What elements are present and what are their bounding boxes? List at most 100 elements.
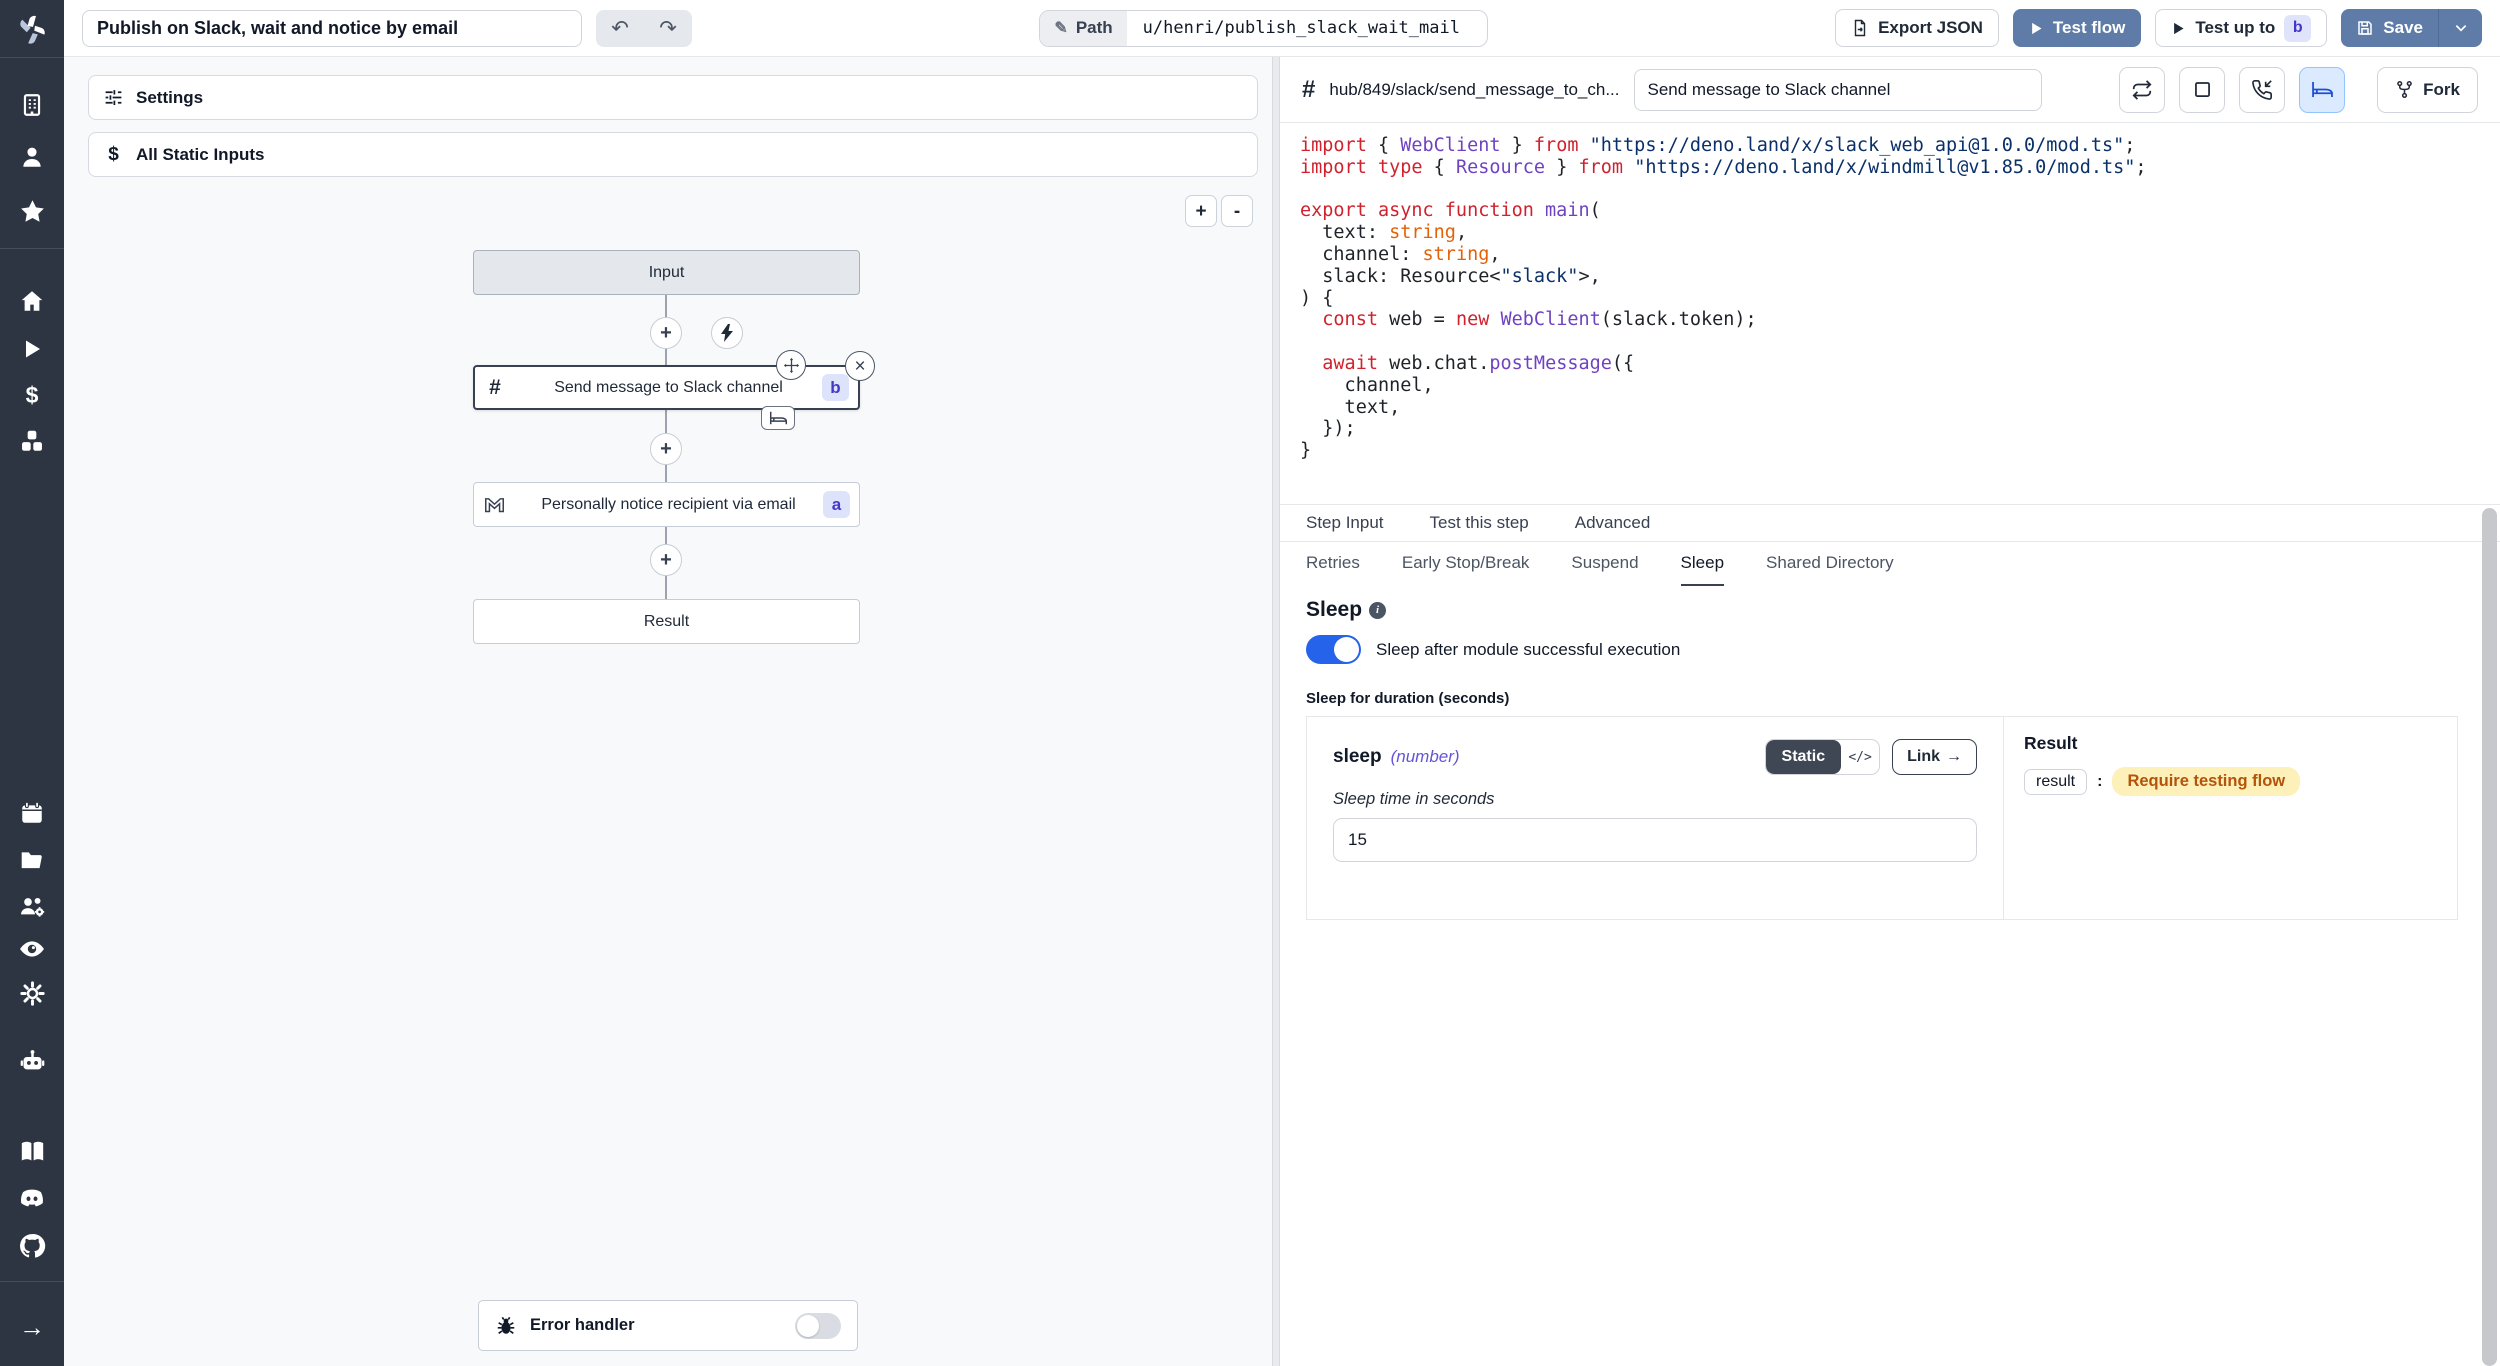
tab-advanced[interactable]: Advanced [1575,513,1651,533]
insert-step-button-1[interactable]: + [650,317,682,349]
input-node-label: Input [474,264,859,282]
fork-button[interactable]: Fork [2377,67,2478,113]
sidebar-item-discord[interactable] [0,1184,64,1214]
static-inputs-label: All Static Inputs [136,145,264,165]
play-icon [2171,21,2186,36]
step-header: # hub/849/slack/send_message_to_ch... Fo… [1280,57,2500,123]
sidebar-item-settings[interactable] [0,978,64,1008]
sidebar-item-groups[interactable] [0,891,64,921]
sleep-duration-label: Sleep for duration (seconds) [1306,690,2474,707]
trigger-bolt-button[interactable] [711,317,743,349]
bed-icon [769,411,788,425]
flow-node-email[interactable]: Personally notice recipient via email a [473,482,860,527]
path-value[interactable]: u/henri/publish_slack_wait_mail [1127,11,1487,46]
error-handler-toggle[interactable] [795,1313,841,1339]
sidebar-item-favorites[interactable] [0,196,64,226]
redo-button[interactable]: ↷ [644,10,692,47]
git-fork-icon [2395,80,2414,99]
all-static-inputs-bar[interactable]: $ All Static Inputs [88,132,1258,177]
home-icon [19,288,45,314]
redo-icon: ↷ [659,17,677,40]
code-editor[interactable]: import { WebClient } from "https://deno.… [1280,123,2500,505]
sliders-icon [103,87,124,108]
flow-node-result[interactable]: Result [473,599,860,644]
tab-suspend[interactable]: Suspend [1571,542,1638,586]
sleep-toggle-label: Sleep after module successful execution [1376,640,1680,660]
undo-button[interactable]: ↶ [596,10,644,47]
flow-node-input[interactable]: Input [473,250,860,295]
static-option[interactable]: Static [1766,740,1842,774]
link-button[interactable]: Link → [1892,739,1977,775]
sidebar-item-variables[interactable]: $ [0,380,64,410]
insert-step-button-2[interactable]: + [650,433,682,465]
panel-resize-divider[interactable] [1272,57,1280,1366]
info-icon[interactable]: i [1369,602,1386,619]
move-node-handle[interactable] [776,350,806,380]
pencil-icon: ✎ [1054,18,1067,38]
robot-icon [19,1048,46,1075]
field-description: Sleep time in seconds [1333,790,1977,809]
sleep-toggle-button[interactable] [2299,67,2345,113]
sidebar-expand[interactable]: → [0,1312,64,1342]
sidebar: $ → [0,0,64,1366]
slack-icon: # [1302,78,1315,102]
flow-settings-bar[interactable]: Settings [88,75,1258,120]
suspend-button[interactable] [2239,67,2285,113]
sidebar-item-resources[interactable] [0,426,64,456]
slack-node-badge: b [822,374,849,401]
tab-sleep[interactable]: Sleep [1681,542,1724,586]
early-stop-button[interactable] [2179,67,2225,113]
sidebar-item-github[interactable] [0,1231,64,1261]
sleep-enabled-toggle[interactable] [1306,635,1361,664]
sleep-indicator-handle[interactable] [761,406,795,430]
sidebar-item-folders[interactable] [0,845,64,875]
sidebar-divider-bottom [0,1281,64,1282]
folder-icon [19,847,45,873]
tab-retries[interactable]: Retries [1306,542,1360,586]
error-handler-label: Error handler [530,1316,635,1335]
building-icon [19,92,45,118]
flow-title-input[interactable] [82,10,582,47]
sidebar-item-user[interactable] [0,142,64,172]
sidebar-item-home[interactable] [0,286,64,316]
sidebar-item-audit[interactable] [0,934,64,964]
book-icon [19,1138,46,1165]
error-handler-node[interactable]: Error handler [478,1300,858,1351]
sidebar-divider-1 [0,248,64,249]
panel-scrollbar[interactable] [2482,508,2497,1366]
play-icon [20,337,44,361]
tab-early-stop-break[interactable]: Early Stop/Break [1402,542,1530,586]
slack-node-label: Send message to Slack channel [475,379,822,397]
test-flow-button[interactable]: Test flow [2013,9,2141,47]
test-up-to-button[interactable]: Test up to b [2155,9,2327,47]
step-name-input[interactable] [1634,69,2042,111]
zoom-out-button[interactable]: - [1221,195,1253,227]
tab-shared-directory[interactable]: Shared Directory [1766,542,1894,586]
retries-toggle-button[interactable] [2119,67,2165,113]
sidebar-item-workspace[interactable] [0,90,64,120]
export-json-button[interactable]: Export JSON [1835,9,1999,47]
zoom-in-button[interactable]: + [1185,195,1217,227]
arrow-right-icon: → [19,1314,45,1340]
path-field[interactable]: ✎ Path u/henri/publish_slack_wait_mail [1039,10,1487,47]
code-option[interactable]: </> [1841,740,1879,774]
tab-test-this-step[interactable]: Test this step [1430,513,1529,533]
module-tabs: Retries Early Stop/Break Suspend Sleep S… [1280,542,2500,586]
windmill-logo[interactable] [0,12,64,48]
save-dropdown-button[interactable] [2438,9,2482,47]
save-button[interactable]: Save [2341,9,2438,47]
user-icon [19,144,45,170]
tab-step-input[interactable]: Step Input [1306,513,1384,533]
sidebar-item-workers[interactable] [0,1046,64,1076]
bed-icon [2311,81,2334,98]
result-warning-badge: Require testing flow [2112,767,2300,796]
field-type: (number) [1391,747,1460,767]
insert-step-button-3[interactable]: + [650,544,682,576]
bug-icon [495,1315,517,1337]
delete-node-handle[interactable]: × [845,351,875,381]
sidebar-item-docs[interactable] [0,1136,64,1166]
hub-script-path[interactable]: hub/849/slack/send_message_to_ch... [1329,80,1619,100]
sidebar-item-schedules[interactable] [0,798,64,828]
sidebar-item-runs[interactable] [0,334,64,364]
sleep-seconds-input[interactable] [1333,818,1977,862]
